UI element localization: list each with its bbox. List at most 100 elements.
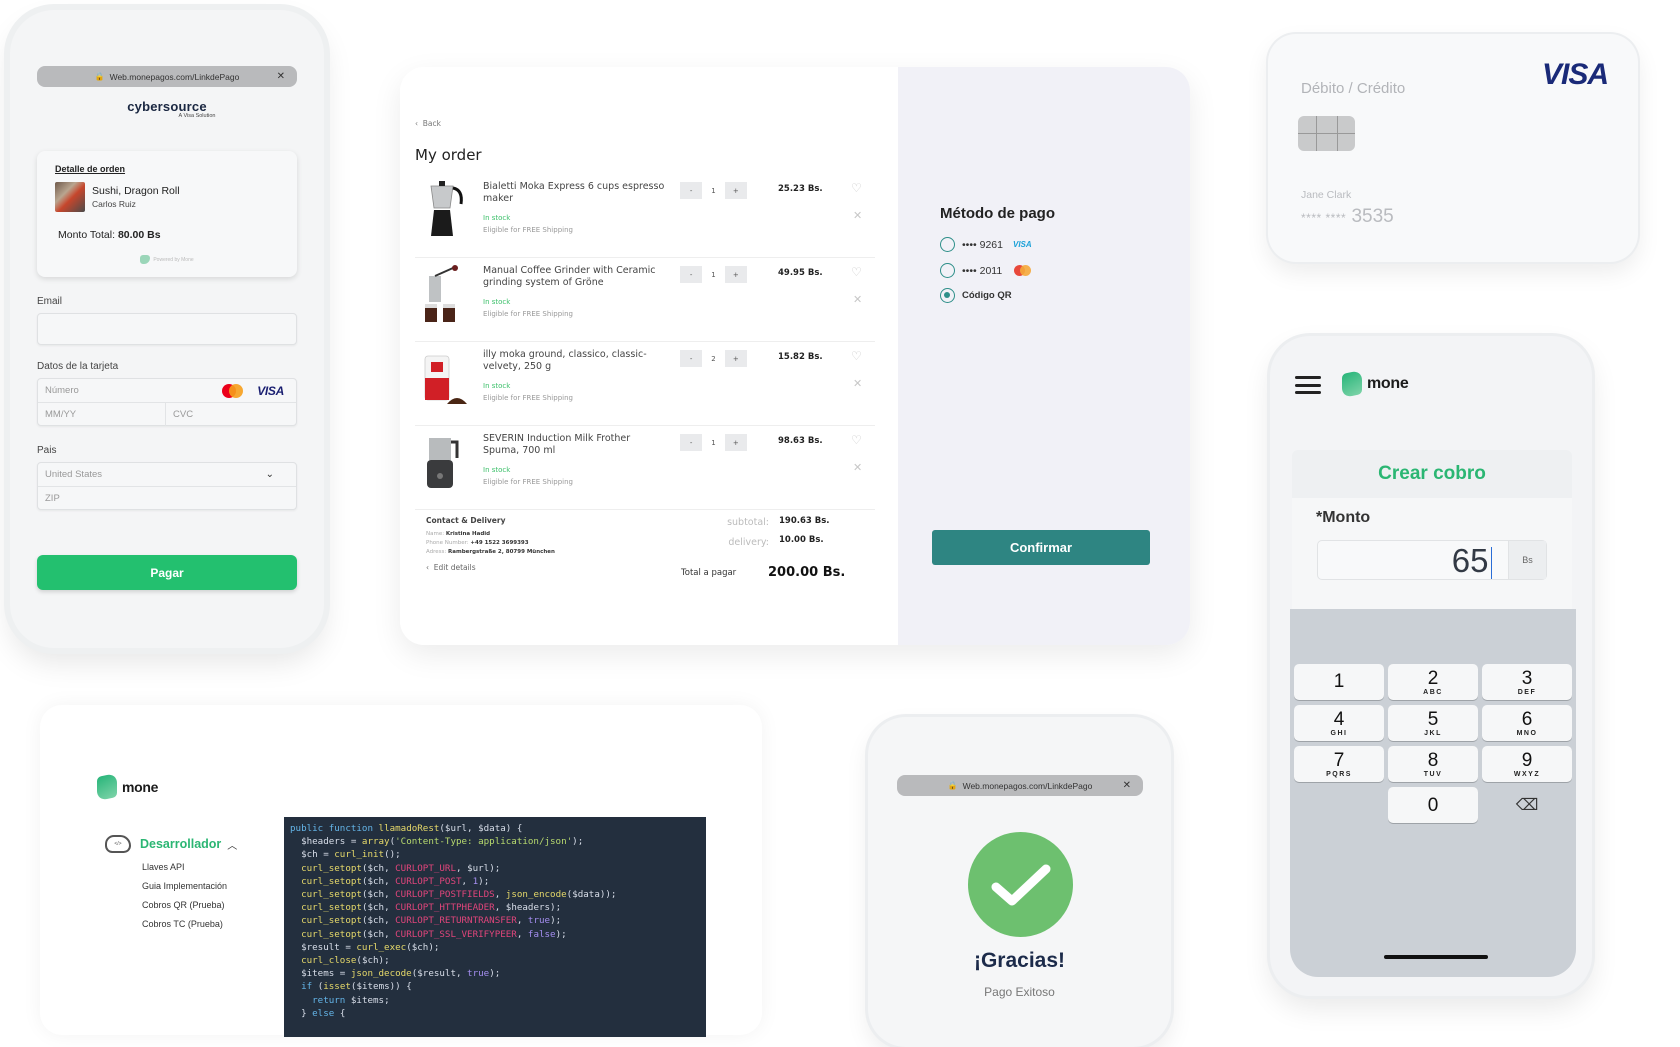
expiry-field[interactable]: MM/YY xyxy=(38,402,166,426)
quantity-stepper: - 1 + xyxy=(680,266,747,283)
mone-charge-phone: mone Crear cobro *Monto 65 Bs 1 2 ABC 3 DE… xyxy=(1270,336,1592,996)
email-label: Email xyxy=(37,296,63,307)
backspace-icon[interactable]: ⌫ xyxy=(1482,787,1572,823)
key-letters: GHI xyxy=(1330,729,1348,737)
key-8[interactable]: 8 TUV xyxy=(1388,746,1478,782)
heart-icon[interactable]: ♡ xyxy=(851,265,862,279)
key-1[interactable]: 1 xyxy=(1294,664,1384,700)
item-price: 25.23 Bs. xyxy=(778,184,823,194)
zip-field[interactable]: ZIP xyxy=(38,486,296,509)
menu-item-api-keys[interactable]: Llaves API xyxy=(142,862,237,872)
close-icon[interactable]: ✕ xyxy=(277,71,285,82)
payment-option-visa[interactable]: •••• 9261 VISA xyxy=(940,237,1032,252)
payment-option-qr[interactable]: Código QR xyxy=(940,288,1012,303)
order-checkout-panel: ‹ Back My order Bialetti Moka Express 6 … xyxy=(400,67,1190,645)
cvc-field[interactable]: CVC xyxy=(166,409,193,420)
key-0[interactable]: 0 xyxy=(1388,787,1478,823)
total-value: 80.00 Bs xyxy=(117,229,161,241)
country-value: United States xyxy=(45,469,103,480)
quantity-stepper: - 1 + xyxy=(680,434,747,451)
radio-button[interactable] xyxy=(940,237,955,252)
powered-by: Powered by Mone xyxy=(37,255,297,264)
remove-icon[interactable]: ✕ xyxy=(853,461,862,474)
close-icon[interactable]: ✕ xyxy=(1123,780,1131,791)
total-label: Monto Total: xyxy=(58,229,116,241)
confirm-button[interactable]: Confirmar xyxy=(932,530,1150,565)
key-digit: 2 xyxy=(1427,667,1439,689)
payment-option-mastercard[interactable]: •••• 2011 xyxy=(940,263,1032,278)
qty-decrease-button[interactable]: - xyxy=(680,266,702,283)
mastercard-icon xyxy=(1014,265,1032,276)
qty-value[interactable]: 2 xyxy=(702,350,725,367)
menu-item-qr-test[interactable]: Cobros QR (Prueba) xyxy=(142,900,237,910)
thanks-title: ¡Gracias! xyxy=(973,949,1066,972)
heart-icon[interactable]: ♡ xyxy=(851,349,862,363)
key-9[interactable]: 9 WXYZ xyxy=(1482,746,1572,782)
chevron-up-icon: ︿ xyxy=(227,840,238,852)
option-label: •••• 9261 xyxy=(962,238,1003,251)
developer-panel: mone </> Desarrollador ︿ Llaves API Guia… xyxy=(40,705,762,1037)
country-select[interactable]: United States ⌄ xyxy=(38,463,296,486)
card-number-field[interactable]: Número VISA xyxy=(38,379,296,402)
key-digit: 0 xyxy=(1427,794,1439,816)
card-type: Débito / Crédito xyxy=(1301,80,1406,97)
heart-icon[interactable]: ♡ xyxy=(851,181,862,195)
success-subtitle: Pago Exitoso xyxy=(984,985,1055,999)
qty-increase-button[interactable]: + xyxy=(725,434,747,451)
back-link[interactable]: ‹ Back xyxy=(415,119,441,128)
mone-logo: mone xyxy=(97,772,158,802)
menu-item-implementation-guide[interactable]: Guia Implementación xyxy=(142,881,237,891)
item-name[interactable]: Manual Coffee Grinder with Ceramic grind… xyxy=(483,265,668,289)
checkmark-icon xyxy=(968,832,1073,937)
item-name[interactable]: SEVERIN Induction Milk Frother Spuma, 70… xyxy=(483,433,668,457)
edit-details-link[interactable]: ‹ Edit details xyxy=(426,563,555,572)
mone-leaf-icon xyxy=(1342,369,1362,399)
subtotal-label: subtotal: xyxy=(727,517,769,528)
qty-decrease-button[interactable]: - xyxy=(680,434,702,451)
email-field[interactable] xyxy=(37,313,297,345)
qty-decrease-button[interactable]: - xyxy=(680,182,702,199)
item-shipping: Eligible for FREE Shipping xyxy=(483,394,573,402)
remove-icon[interactable]: ✕ xyxy=(853,209,862,222)
qty-decrease-button[interactable]: - xyxy=(680,350,702,367)
qty-value[interactable]: 1 xyxy=(702,182,725,199)
back-label: Back xyxy=(422,119,441,128)
url-bar[interactable]: 🔒 Web.monepagos.com/LinkdePago ✕ xyxy=(37,66,297,87)
visa-icon: VISA xyxy=(257,383,284,398)
qty-value[interactable]: 1 xyxy=(702,434,725,451)
menu-item-card-test[interactable]: Cobros TC (Prueba) xyxy=(142,919,237,929)
key-3[interactable]: 3 DEF xyxy=(1482,664,1572,700)
page-title: My order xyxy=(415,146,482,164)
radio-button[interactable] xyxy=(940,263,955,278)
item-name[interactable]: illy moka ground, classico, classic-velv… xyxy=(483,349,668,373)
remove-icon[interactable]: ✕ xyxy=(853,293,862,306)
item-name[interactable]: Bialetti Moka Express 6 cups espresso ma… xyxy=(483,181,668,205)
last-four: 3535 xyxy=(1351,206,1394,227)
qty-value[interactable]: 1 xyxy=(702,266,725,283)
item-stock: In stock xyxy=(483,214,511,222)
radio-button-selected[interactable] xyxy=(940,288,955,303)
developer-menu-toggle[interactable]: </> Desarrollador ︿ xyxy=(105,835,237,853)
key-4[interactable]: 4 GHI xyxy=(1294,705,1384,741)
brand-subtitle: A Visa Solution xyxy=(178,113,216,119)
qty-increase-button[interactable]: + xyxy=(725,266,747,283)
mone-leaf-icon xyxy=(97,772,117,802)
pay-button[interactable]: Pagar xyxy=(37,555,297,590)
heart-icon[interactable]: ♡ xyxy=(851,433,862,447)
amount-input[interactable]: 65 Bs xyxy=(1317,540,1547,580)
key-7[interactable]: 7 PQRS xyxy=(1294,746,1384,782)
key-5[interactable]: 5 JKL xyxy=(1388,705,1478,741)
remove-icon[interactable]: ✕ xyxy=(853,377,862,390)
hamburger-menu-icon[interactable] xyxy=(1295,376,1321,394)
qty-increase-button[interactable]: + xyxy=(725,350,747,367)
key-6[interactable]: 6 MNO xyxy=(1482,705,1572,741)
currency-unit: Bs xyxy=(1508,541,1546,579)
order-detail-title[interactable]: Detalle de orden xyxy=(55,164,125,174)
url-bar[interactable]: 🔒 Web.monepagos.com/LinkdePago ✕ xyxy=(897,775,1143,796)
chevron-down-icon: ⌄ xyxy=(265,469,274,480)
cloud-code-icon: </> xyxy=(105,835,131,853)
subtotal-value: 190.63 Bs. xyxy=(779,516,830,526)
card-holder: Jane Clark xyxy=(1301,189,1352,201)
key-2[interactable]: 2 ABC xyxy=(1388,664,1478,700)
qty-increase-button[interactable]: + xyxy=(725,182,747,199)
